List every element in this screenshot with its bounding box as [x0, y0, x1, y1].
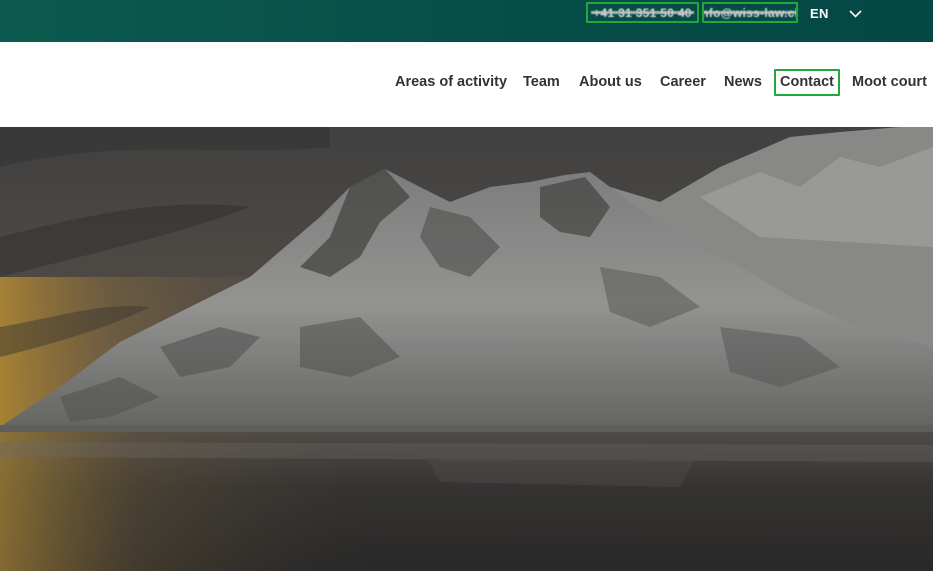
chevron-down-icon[interactable] [848, 8, 863, 19]
nav-item-career[interactable]: Career [660, 74, 706, 91]
email-link[interactable]: info@wiss-law.ch [702, 2, 798, 23]
hero-mountain-landscape [0, 127, 933, 571]
phone-link[interactable]: +41 31 351 50 40 [586, 2, 699, 23]
language-selector-label[interactable]: EN [810, 6, 829, 21]
nav-item-contact[interactable]: Contact [774, 69, 840, 96]
main-navigation: Areas of activity Team About us Career N… [0, 42, 933, 127]
nav-item-areas-of-activity[interactable]: Areas of activity [395, 74, 507, 91]
hero-image [0, 127, 933, 571]
nav-item-moot-court[interactable]: Moot court [852, 74, 927, 91]
email-address: info@wiss-law.ch [704, 6, 796, 20]
nav-item-news[interactable]: News [724, 74, 762, 91]
phone-number: +41 31 351 50 40 [591, 5, 694, 20]
top-contact-bar: +41 31 351 50 40 info@wiss-law.ch EN [0, 0, 933, 42]
nav-item-about-us[interactable]: About us [579, 74, 642, 91]
nav-item-team[interactable]: Team [523, 74, 560, 91]
nav-item-contact-label: Contact [780, 74, 834, 90]
